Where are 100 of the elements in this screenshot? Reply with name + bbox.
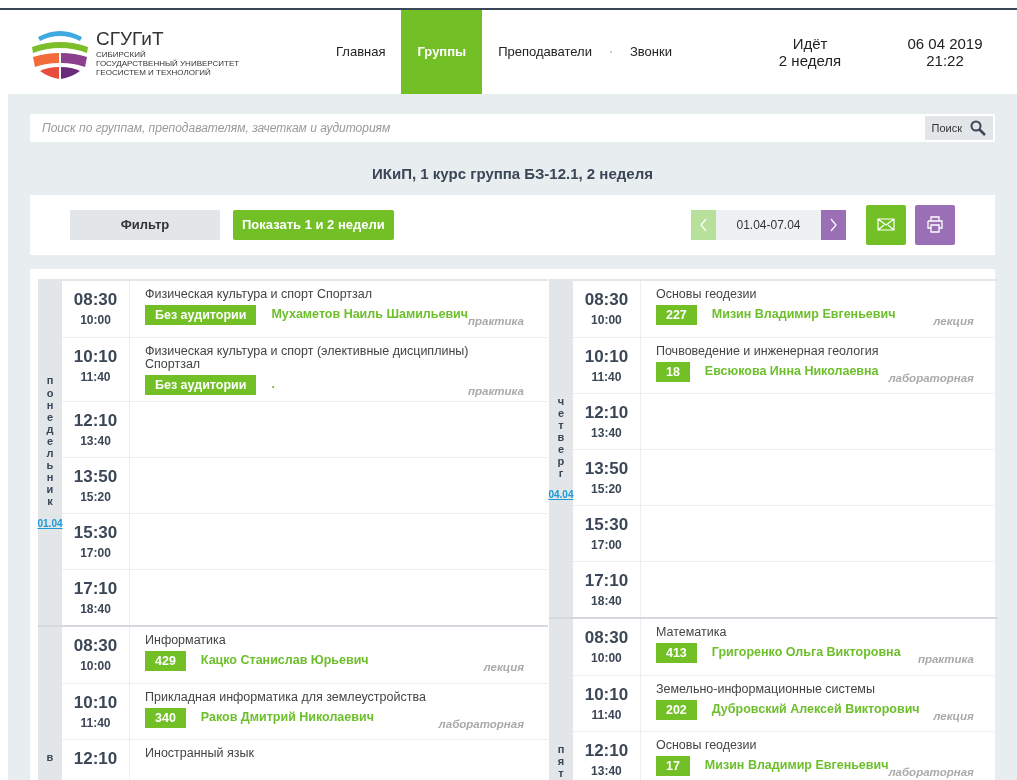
room-badge: Без аудитории bbox=[145, 374, 257, 395]
lesson-type: лабораторная bbox=[888, 766, 974, 780]
room-badge: 340 bbox=[145, 707, 186, 728]
start-time: 10:10 bbox=[584, 684, 629, 705]
start-time: 08:30 bbox=[584, 627, 629, 648]
teacher-name: Мизин Владимир Евгеньевич bbox=[704, 757, 889, 773]
logo-subtitle: СИБИРСКИЙ bbox=[96, 49, 147, 59]
nav-tab[interactable]: Звонки bbox=[613, 10, 688, 94]
room-badge: 17 bbox=[655, 755, 690, 776]
lesson-title: Почвоведение и инженерная геология bbox=[655, 344, 880, 358]
end-time: 10:00 bbox=[591, 649, 622, 666]
lesson-type: лабораторная bbox=[438, 717, 524, 733]
print-button[interactable] bbox=[915, 204, 955, 245]
envelope-icon bbox=[877, 218, 895, 231]
end-time: 11:40 bbox=[591, 368, 622, 385]
room-badge: 227 bbox=[655, 304, 697, 325]
end-time: 10:00 bbox=[80, 657, 111, 674]
chevron-previous-icon bbox=[700, 217, 707, 232]
filter-button[interactable]: Фильтр bbox=[70, 209, 220, 240]
week-status-text: 2 неделя bbox=[778, 52, 842, 69]
lesson-type: лекция bbox=[483, 660, 524, 676]
teacher-name: Кацко Станислав Юрьевич bbox=[200, 652, 369, 670]
start-time: 12:10 bbox=[73, 410, 118, 431]
lesson-type: практика bbox=[468, 314, 524, 330]
lesson-title: Иностранный язык bbox=[145, 746, 255, 760]
start-time: 15:30 bbox=[73, 522, 118, 543]
lesson-type: лекция bbox=[933, 314, 974, 330]
logo-subtitle: ГОСУДАРСТВЕННЫЙ УНИВЕРСИТЕТ bbox=[96, 58, 240, 68]
end-time: 11:40 bbox=[80, 368, 111, 385]
room-badge: 413 bbox=[655, 642, 697, 663]
chevron-next-icon bbox=[830, 217, 837, 232]
search-button[interactable]: Поиск bbox=[924, 116, 993, 140]
start-time: 08:30 bbox=[73, 635, 118, 656]
logo-subtitle: ГЕОСИСТЕМ И ТЕХНОЛОГИЙ bbox=[96, 67, 212, 77]
start-time: 12:10 bbox=[73, 748, 118, 769]
date-text: 06 04 2019 bbox=[907, 35, 983, 52]
start-time: 08:30 bbox=[584, 289, 629, 310]
start-time: 10:10 bbox=[73, 692, 118, 713]
teacher-name: Дубровский Алексей Викторович bbox=[711, 701, 920, 719]
end-time: 18:40 bbox=[80, 600, 111, 617]
logo-title: СГУГиТ bbox=[96, 27, 165, 50]
teacher-name: Григоренко Ольга Викторовна bbox=[711, 644, 901, 662]
end-time: 17:00 bbox=[591, 536, 622, 553]
lesson-title: Основы геодезии bbox=[655, 287, 758, 301]
lesson-title: Основы геодезии bbox=[655, 738, 758, 752]
end-time: 15:20 bbox=[591, 480, 622, 497]
end-time: 18:40 bbox=[591, 592, 622, 609]
start-time: 12:10 bbox=[584, 740, 629, 761]
next-week-button[interactable] bbox=[821, 209, 846, 240]
start-time: 08:30 bbox=[73, 289, 118, 310]
lesson-title: Прикладная информатика для землеустройства bbox=[145, 690, 427, 704]
schedule-title: ИКиП, 1 курс группа БЗ-12.1, 2 неделя bbox=[371, 164, 654, 184]
end-time: 11:40 bbox=[591, 706, 622, 723]
lesson-title: Физическая культура и спорт Спортзал bbox=[145, 287, 374, 301]
lesson-type: лекция bbox=[933, 709, 974, 725]
nav-tab[interactable]: Преподаватели bbox=[482, 10, 608, 94]
lesson-title: Земельно-информационные системы bbox=[655, 682, 876, 696]
room-badge: 429 bbox=[145, 650, 186, 671]
teacher-name: Евсюкова Инна Николаевна bbox=[704, 363, 879, 381]
room-badge: 18 bbox=[655, 361, 690, 382]
start-time: 12:10 bbox=[584, 402, 629, 423]
time-text: 21:22 bbox=[926, 52, 964, 69]
end-time: 13:40 bbox=[80, 432, 111, 449]
lesson-type: практика bbox=[468, 384, 524, 400]
start-time: 13:50 bbox=[584, 458, 629, 479]
start-time: 15:30 bbox=[584, 514, 629, 535]
lesson-type: лабораторная bbox=[888, 371, 974, 387]
end-time: 10:00 bbox=[591, 311, 622, 328]
teacher-name: Раков Дмитрий Николаевич bbox=[200, 709, 374, 727]
lesson-title: Физическая культура и спорт (элективные дисциплины) Спортзал bbox=[145, 344, 470, 371]
room-badge: Без аудитории bbox=[145, 304, 257, 325]
room-badge: 202 bbox=[655, 699, 697, 720]
lesson-title: Информатика bbox=[145, 633, 227, 647]
teacher-name: . bbox=[271, 376, 275, 394]
week-status-text: Идёт bbox=[792, 35, 828, 52]
teacher-name: Мизин Владимир Евгеньевич bbox=[711, 306, 896, 324]
end-time: 15:20 bbox=[80, 488, 111, 505]
start-time: 17:10 bbox=[584, 570, 629, 591]
start-time: 17:10 bbox=[73, 578, 118, 599]
day-name: четверг bbox=[556, 394, 566, 480]
end-time: 13:40 bbox=[591, 424, 622, 441]
end-time: 11:40 bbox=[80, 714, 111, 731]
search-field[interactable]: Поиск по группам, преподавателям, зачеткам и аудиториям Поиск bbox=[30, 114, 995, 142]
teacher-name: Мухаметов Наиль Шамильевич bbox=[271, 306, 469, 322]
start-time: 10:10 bbox=[584, 346, 629, 367]
printer-icon bbox=[926, 216, 944, 233]
end-time: 17:00 bbox=[80, 544, 111, 561]
week-range-text: 01.04-07.04 bbox=[716, 209, 821, 240]
end-time: 13:40 bbox=[591, 762, 622, 779]
day-name: пят bbox=[556, 742, 566, 779]
lesson-title: Математика bbox=[655, 625, 728, 639]
lesson-type: практика bbox=[917, 652, 974, 668]
mail-button[interactable] bbox=[866, 204, 906, 245]
start-time: 10:10 bbox=[73, 346, 118, 367]
day-name: понедельник bbox=[45, 374, 55, 508]
end-time: 10:00 bbox=[80, 311, 111, 328]
search-icon bbox=[970, 120, 986, 136]
day-name: в bbox=[45, 750, 55, 763]
start-time: 13:50 bbox=[73, 466, 118, 487]
nav-tab[interactable]: Главная bbox=[320, 10, 402, 94]
